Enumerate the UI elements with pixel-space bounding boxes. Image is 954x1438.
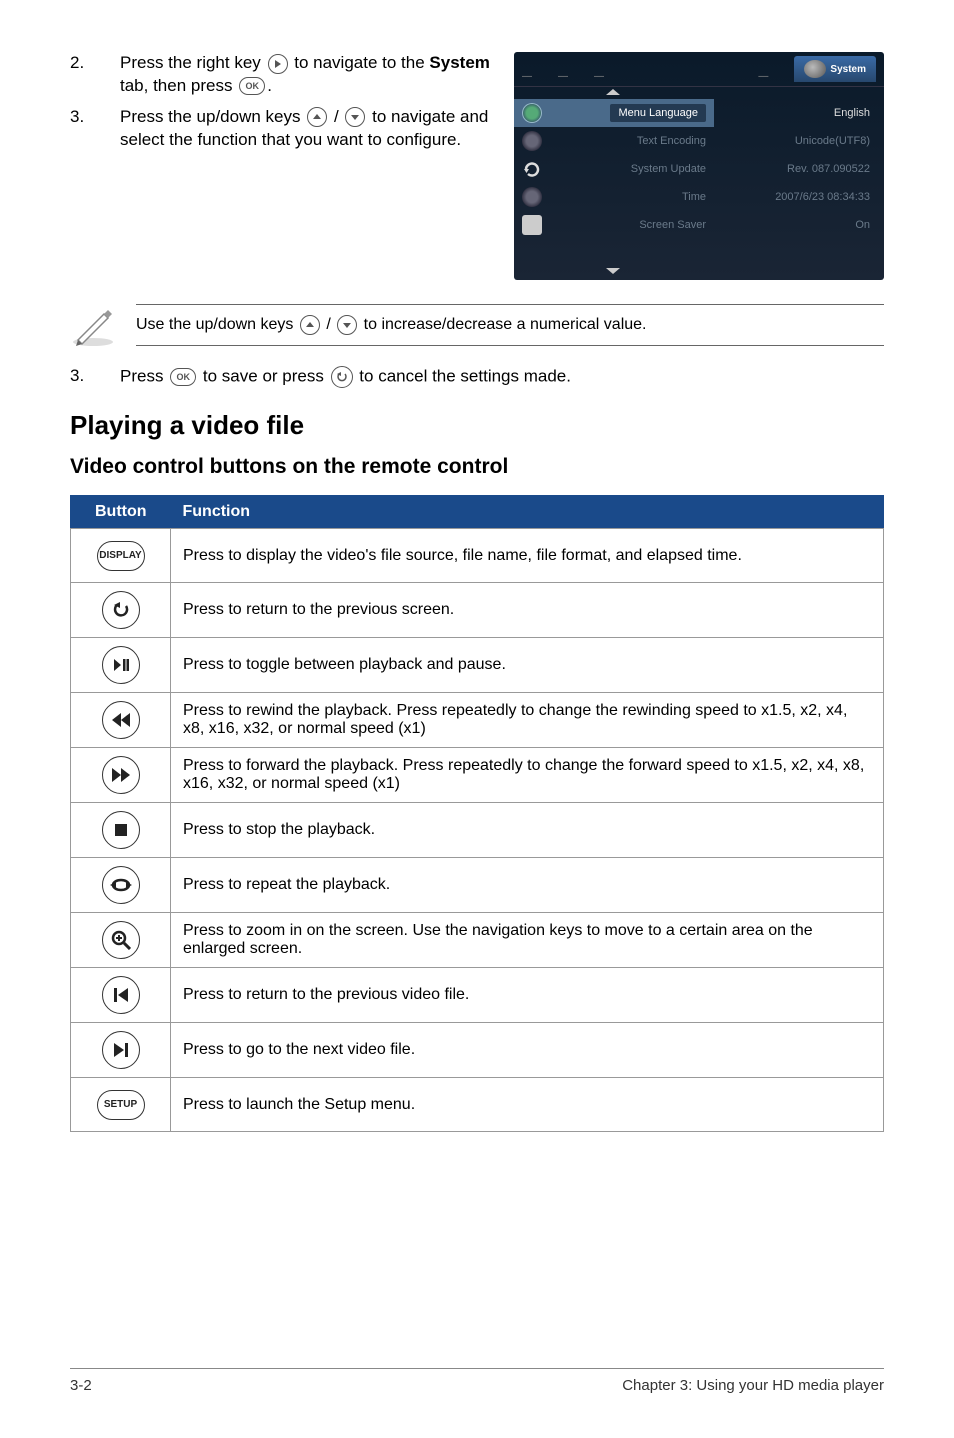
display-button-icon: DISPLAY [97,541,145,571]
table-row: Press to go to the next video file. [71,1023,884,1078]
ok-button-icon: OK [170,368,196,386]
heading-video-controls: Video control buttons on the remote cont… [70,455,884,479]
system-screenshot: ——— — System Menu Language [514,52,884,280]
th-button: Button [71,496,171,529]
table-row: Press to return to the previous screen. [71,583,884,638]
heading-playing-video: Playing a video file [70,410,884,441]
stop-button-icon [102,811,140,849]
table-row: SETUP Press to launch the Setup menu. [71,1078,884,1132]
table-row: Press to toggle between playback and pau… [71,638,884,693]
tab-system: System [794,56,876,82]
globe-icon [522,103,542,123]
down-key-icon [345,107,365,127]
back-button-icon [102,591,140,629]
menu-row-highlighted: Menu Language [514,99,714,127]
up-key-icon [307,107,327,127]
prev-button-icon [102,976,140,1014]
update-icon [522,159,542,179]
step-3b-text: Press OK to save or press to cancel the … [120,366,571,388]
setup-button-icon: SETUP [97,1090,145,1120]
step-3-text: Press the up/down keys / to navigate and… [120,106,504,152]
pencil-note-icon [70,302,116,348]
screensaver-icon [522,215,542,235]
note-text: Use the up/down keys / to increase/decre… [136,304,884,346]
step-number: 3. [70,106,120,152]
table-row: Press to rewind the playback. Press repe… [71,693,884,748]
step-2-text: Press the right key to navigate to the S… [120,52,504,98]
zoom-button-icon [102,921,140,959]
table-row: Press to forward the playback. Press rep… [71,748,884,803]
table-row: Press to repeat the playback. [71,858,884,913]
forward-button-icon [102,756,140,794]
encoding-icon [522,131,542,151]
table-row: Press to stop the playback. [71,803,884,858]
step-number: 3. [70,366,120,388]
down-key-icon [337,315,357,335]
up-key-icon [300,315,320,335]
th-function: Function [171,496,884,529]
right-key-icon [268,54,288,74]
video-control-table: Button Function DISPLAY Press to display… [70,495,884,1132]
chapter-title: Chapter 3: Using your HD media player [622,1377,884,1394]
next-button-icon [102,1031,140,1069]
play-pause-button-icon [102,646,140,684]
step-number: 2. [70,52,120,98]
page-number: 3-2 [70,1377,92,1394]
clock-icon [522,187,542,207]
rewind-button-icon [102,701,140,739]
table-row: DISPLAY Press to display the video's fil… [71,529,884,583]
repeat-button-icon [102,866,140,904]
table-row: Press to return to the previous video fi… [71,968,884,1023]
table-row: Press to zoom in on the screen. Use the … [71,913,884,968]
ok-button-icon: OK [239,77,265,95]
back-icon [331,366,353,388]
